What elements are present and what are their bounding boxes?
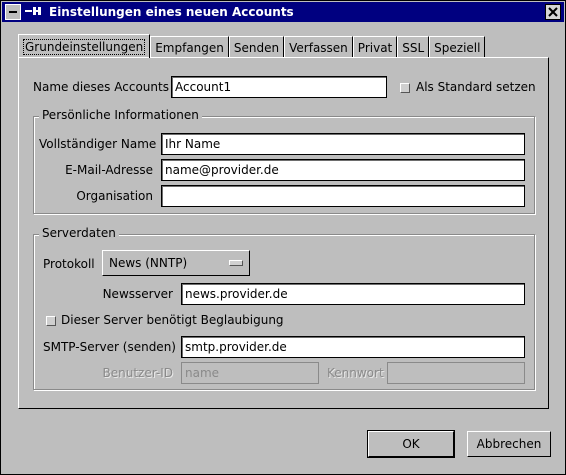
settings-dialog: Einstellungen eines neuen Accounts Grund…	[0, 0, 566, 475]
tab-ssl[interactable]: SSL	[397, 36, 430, 58]
protocol-dropdown[interactable]: News (NNTP)	[102, 250, 250, 276]
tab-grundeinstellungen[interactable]: Grundeinstellungen	[18, 34, 151, 58]
tab-panel-grundeinstellungen: Name dieses Accounts Als Standard setzen…	[18, 57, 549, 409]
userid-input[interactable]	[181, 362, 319, 384]
newsserver-input[interactable]	[181, 283, 525, 305]
organisation-label: Organisation	[76, 189, 153, 203]
dropdown-indicator-icon	[229, 260, 243, 266]
tab-verfassen[interactable]: Verfassen	[284, 36, 353, 58]
auth-required-label: Dieser Server benötigt Beglaubigung	[61, 313, 284, 327]
password-label: Kennwort	[327, 366, 384, 380]
smtp-label: SMTP-Server (senden)	[43, 340, 176, 354]
window-menu-icon[interactable]	[5, 4, 21, 20]
default-account-label: Als Standard setzen	[416, 80, 536, 94]
auth-required-checkbox[interactable]	[46, 316, 56, 326]
tab-bar: Grundeinstellungen Empfangen Senden Verf…	[18, 34, 486, 58]
server-data-title: Serverdaten	[39, 226, 119, 240]
ok-button[interactable]: OK	[367, 430, 455, 458]
close-button[interactable]	[545, 4, 561, 20]
userid-label: Benutzer-ID	[102, 366, 174, 380]
title-bar[interactable]: Einstellungen eines neuen Accounts	[2, 2, 564, 22]
tab-speziell[interactable]: Speziell	[429, 36, 486, 58]
window-tools-icon	[25, 6, 43, 19]
window-title: Einstellungen eines neuen Accounts	[49, 5, 294, 19]
email-label: E-Mail-Adresse	[65, 163, 153, 177]
tab-label: Grundeinstellungen	[23, 38, 146, 55]
protocol-value: News (NNTP)	[109, 256, 188, 270]
personal-info-title: Persönliche Informationen	[39, 108, 202, 122]
protocol-label: Protokoll	[43, 257, 95, 271]
tab-empfangen[interactable]: Empfangen	[150, 36, 229, 58]
fullname-label: Vollständiger Name	[39, 137, 157, 151]
newsserver-label: Newsserver	[102, 287, 173, 301]
default-account-checkbox[interactable]	[400, 83, 410, 93]
fullname-input[interactable]	[161, 133, 525, 155]
tab-senden[interactable]: Senden	[228, 36, 285, 58]
password-input[interactable]	[387, 362, 525, 384]
account-name-label: Name dieses Accounts	[33, 80, 169, 94]
tab-privat[interactable]: Privat	[352, 36, 398, 58]
organisation-input[interactable]	[161, 185, 525, 207]
account-name-input[interactable]	[171, 76, 387, 98]
email-input[interactable]	[161, 159, 525, 181]
close-icon	[548, 7, 558, 17]
cancel-button[interactable]: Abbrechen	[467, 431, 551, 457]
smtp-input[interactable]	[181, 336, 525, 358]
